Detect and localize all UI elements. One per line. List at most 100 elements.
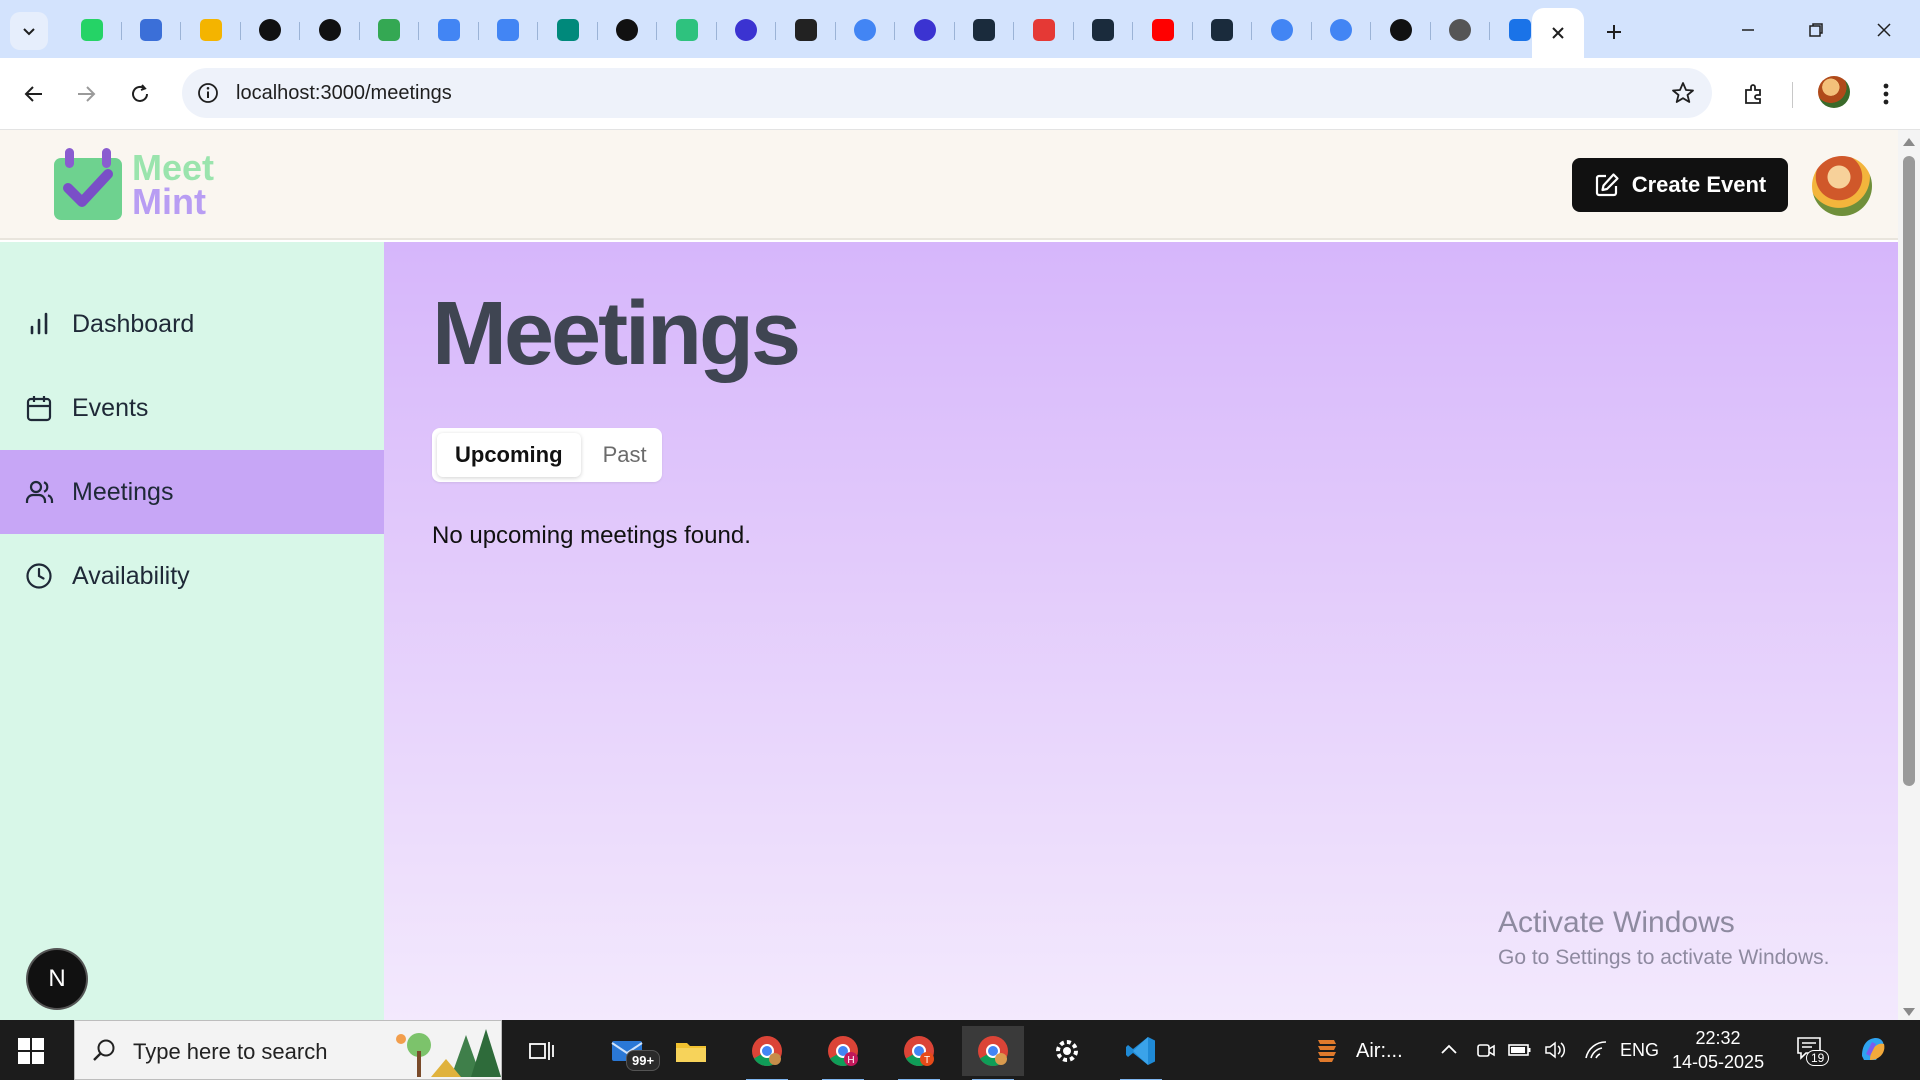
sidebar: Dashboard Events Meetings Availability N [0,242,384,1020]
browser-tab[interactable] [122,10,182,50]
browser-tab[interactable] [1312,10,1372,50]
page-scrollbar[interactable] [1898,130,1920,1020]
show-hidden-icons-chevron-icon[interactable] [1440,1042,1458,1056]
browser-tab[interactable] [300,10,360,50]
browser-tab[interactable] [717,10,777,50]
calendar-icon [26,396,52,422]
browser-tab[interactable] [1074,10,1134,50]
sidebar-item-meetings[interactable]: Meetings [0,450,384,534]
taskbar-settings[interactable] [1036,1026,1098,1076]
extensions-button[interactable] [1734,74,1774,114]
task-view-button[interactable] [510,1026,572,1076]
taskbar-mail[interactable]: 99+ [596,1026,661,1076]
main-content: Meetings Upcoming Past No upcoming meeti… [384,242,1898,1020]
browser-tab[interactable] [538,10,598,50]
browser-tab[interactable] [1133,10,1193,50]
wifi-icon[interactable] [1584,1040,1608,1060]
sidebar-item-availability[interactable]: Availability [0,534,384,618]
browser-tab[interactable] [1014,10,1074,50]
taskbar-chrome-1[interactable] [736,1026,798,1080]
user-initial-bubble[interactable]: N [28,950,86,1008]
info-icon[interactable] [196,81,220,105]
copilot-icon[interactable] [1856,1032,1890,1066]
meet-now-icon[interactable] [1476,1040,1496,1060]
taskbar-air-label: Air:... [1356,1040,1403,1062]
taskbar-file-explorer[interactable] [660,1026,722,1076]
chrome-icon [1449,19,1472,41]
taskbar-air-app[interactable] [1300,1026,1354,1076]
svg-text:T: T [924,1055,930,1066]
browser-menu-button[interactable] [1866,74,1906,114]
new-tab-button[interactable] [1596,14,1632,50]
clerk-icon [913,19,936,41]
search-icon [93,1039,115,1061]
bookmark-star-icon[interactable] [1670,80,1696,106]
sidebar-item-dashboard[interactable]: Dashboard [0,282,384,366]
user-avatar[interactable] [1812,156,1872,216]
prisma-icon [1092,19,1115,41]
browser-tab[interactable] [836,10,896,50]
browser-tab[interactable] [1431,10,1491,50]
browser-tab[interactable] [479,10,539,50]
browser-tab[interactable] [776,10,836,50]
create-event-button[interactable]: Create Event [1572,158,1788,212]
active-tab[interactable] [1532,8,1584,58]
clock-date: 14-05-2025 [1672,1052,1765,1072]
taskbar-chrome-active[interactable] [962,1026,1024,1080]
taskbar-chrome-2[interactable]: H [812,1026,874,1080]
browser-tab[interactable] [1252,10,1312,50]
browser-tab[interactable] [1371,10,1431,50]
browser-tab[interactable] [62,10,122,50]
cloud-icon [1032,19,1055,41]
plus-icon [1607,25,1621,39]
browser-tab[interactable] [1193,10,1253,50]
browser-tab[interactable] [955,10,1015,50]
google-docs-icon [497,19,520,41]
browser-tab[interactable] [598,10,658,50]
system-clock[interactable]: 22:32 14-05-2025 [1672,1026,1764,1074]
logo-icon[interactable] [52,146,124,227]
address-bar[interactable]: localhost:3000/meetings [182,68,1712,118]
gear-icon [1056,1040,1078,1062]
minimize-button[interactable] [1718,10,1778,50]
tab-past[interactable]: Past [585,433,665,477]
browser-tab[interactable] [895,10,955,50]
taskbar-search[interactable]: Type here to search [74,1020,502,1080]
logo-wordmark[interactable]: Meet Mint [132,150,214,220]
forward-button[interactable] [66,74,106,114]
notification-count-badge: 19 [1806,1050,1830,1066]
browser-profile-avatar[interactable] [1818,76,1850,108]
browser-tab[interactable] [241,10,301,50]
minimize-icon [1742,29,1754,31]
openai-icon [1389,19,1412,41]
close-icon[interactable] [1550,25,1566,41]
window-close-button[interactable] [1854,10,1914,50]
reload-button[interactable] [120,74,160,114]
mongodb-icon [259,19,282,41]
taskbar-chrome-3[interactable]: T [888,1026,950,1080]
scroll-down-arrow[interactable] [1903,1008,1915,1016]
language-indicator[interactable]: ENG [1620,1040,1659,1061]
scroll-thumb[interactable] [1903,156,1915,786]
tab-upcoming[interactable]: Upcoming [437,433,581,477]
restore-button[interactable] [1786,10,1846,50]
back-button[interactable] [14,74,54,114]
browser-tab[interactable] [419,10,479,50]
vscode-icon [1126,1037,1155,1065]
chevron-down-icon [23,28,35,36]
browser-tab[interactable] [181,10,241,50]
scroll-up-arrow[interactable] [1903,138,1915,146]
browser-tab[interactable] [360,10,420,50]
tab-search-button[interactable] [10,12,48,50]
sidebar-item-events[interactable]: Events [0,366,384,450]
battery-icon[interactable] [1508,1042,1532,1058]
youtube-icon [1151,19,1174,41]
volume-icon[interactable] [1544,1040,1568,1060]
taskbar-vscode[interactable] [1110,1026,1172,1080]
search-highlight-illustration [396,1029,501,1077]
start-button[interactable] [18,1038,44,1069]
web-page: Meet Mint Create Event Dashboard Events … [0,130,1898,1020]
chrome-icon: T [904,1036,934,1067]
google-icon [1270,19,1293,41]
browser-tab[interactable] [657,10,717,50]
